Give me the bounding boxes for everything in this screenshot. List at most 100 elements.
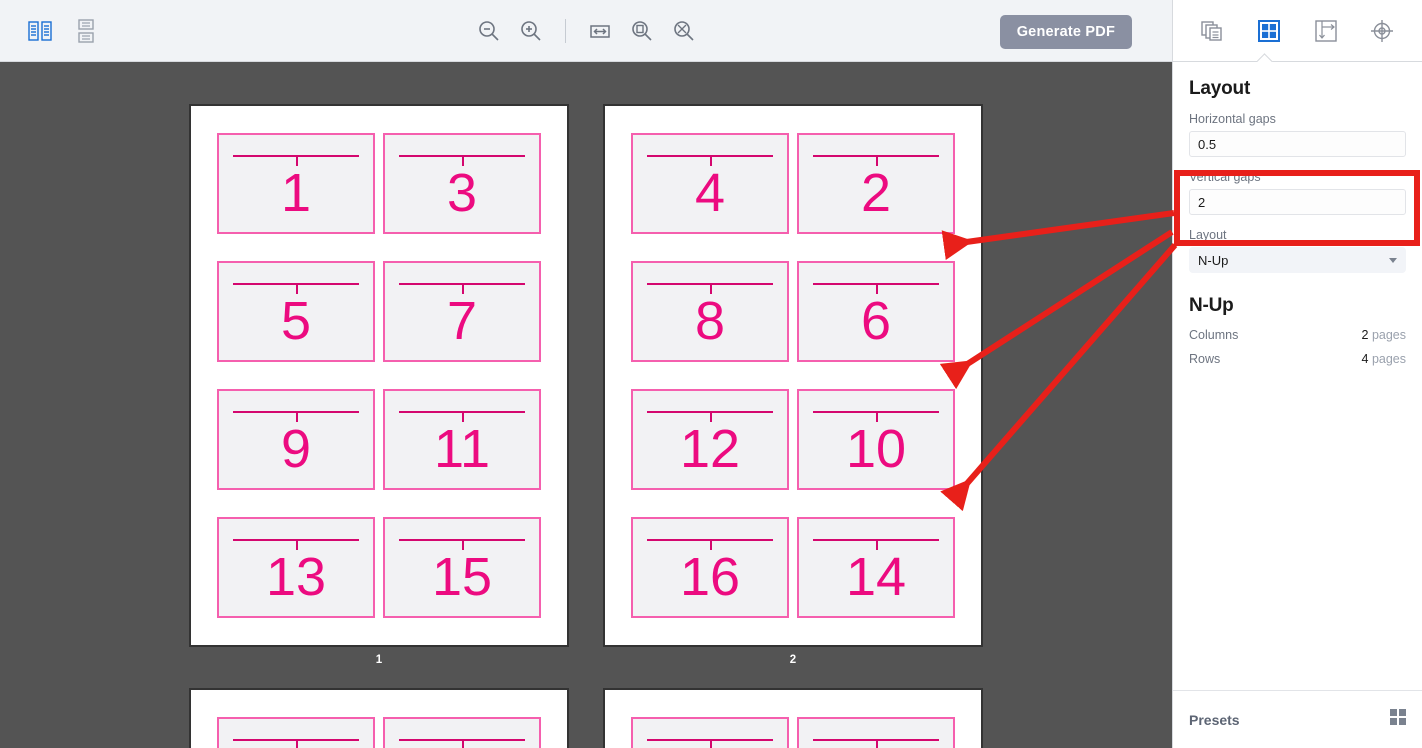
page-cell[interactable]: 13 [217,517,375,618]
sheet-page[interactable]: 4 2 8 6 12 10 16 14 [603,104,983,647]
nup-rows-value-group: 4 pages [1362,352,1407,366]
cell-tick-mark [296,155,298,167]
layout-mode-field: Layout N-Up [1189,228,1406,273]
horizontal-gaps-field: Horizontal gaps [1189,112,1406,157]
cell-tick-mark [296,411,298,423]
app-root: Generate PDF 1 3 5 7 9 11 13 15 1 4 2 8 … [0,0,1422,748]
page-cell[interactable]: 11 [383,389,541,490]
zoom-out-icon[interactable] [473,15,505,47]
tab-layout-icon[interactable] [1251,13,1287,49]
toolbar-divider [564,18,566,43]
cell-tick-mark [462,155,464,167]
nup-rows-unit: pages [1371,352,1406,366]
page-cell[interactable]: 4 [631,133,789,234]
tab-registration-icon[interactable] [1364,13,1400,49]
toolbar-left-group [0,15,102,47]
sheet-item: 20 18 24 22 28 26 32 30 4 [603,688,983,748]
cell-tick-mark [462,411,464,423]
sheet-cells: 20 18 24 22 28 26 32 30 [631,717,955,748]
layout-mode-select[interactable]: N-Up [1189,247,1406,273]
layout-mode-select-wrap: N-Up [1189,247,1406,273]
page-cell[interactable]: 9 [217,389,375,490]
cell-number: 7 [446,290,478,351]
vertical-gaps-field: Vertical gaps [1189,170,1406,215]
nup-section-title: N-Up [1189,295,1234,316]
sheet-item: 4 2 8 6 12 10 16 14 2 [603,104,983,666]
cell-tick-mark [876,539,878,551]
page-cell[interactable]: 18 [797,717,955,748]
nup-rows-label: Rows [1189,352,1221,366]
view-split-vertical-icon[interactable] [70,15,102,47]
cell-number: 10 [845,418,907,479]
tab-marks-icon[interactable] [1308,13,1344,49]
cell-number: 3 [446,162,478,223]
cell-tick-mark [710,283,712,295]
layout-mode-value: N-Up [1198,252,1229,268]
cell-tick-mark [296,539,298,551]
vertical-gaps-label: Vertical gaps [1189,170,1261,184]
page-cell[interactable]: 12 [631,389,789,490]
layout-section-title: Layout [1189,78,1251,99]
page-cell[interactable]: 3 [383,133,541,234]
cell-tick-mark [296,283,298,295]
page-cell[interactable]: 14 [797,517,955,618]
cell-tick-mark [710,539,712,551]
right-panel: Layout Horizontal gaps Vertical gaps Lay… [1172,0,1422,748]
grid-icon[interactable] [1389,708,1407,731]
page-cell[interactable]: 6 [797,261,955,362]
sheet-row-2: 17 19 21 23 25 27 29 31 3 [0,688,1172,748]
sheet-page-label: 2 [789,654,797,666]
page-cell[interactable]: 16 [631,517,789,618]
fit-page-icon[interactable] [626,15,658,47]
tab-pages-icon[interactable] [1195,13,1231,49]
nup-rows-value: 4 [1361,352,1369,366]
cell-tick-mark [296,739,298,748]
generate-pdf-button[interactable]: Generate PDF [999,15,1132,49]
cell-number: 11 [433,418,491,479]
presets-bar[interactable]: Presets [1173,690,1422,748]
page-cell[interactable]: 1 [217,133,375,234]
page-cell[interactable]: 2 [797,133,955,234]
cell-number: 15 [431,546,493,607]
page-cell[interactable]: 7 [383,261,541,362]
sheet-cells: 17 19 21 23 25 27 29 31 [217,717,541,748]
nup-columns-value-group: 2 pages [1362,328,1407,342]
zoom-in-icon[interactable] [515,15,547,47]
cell-tick-mark [876,411,878,423]
nup-rows-row: Rows 4 pages [1189,352,1406,366]
cell-number: 8 [694,290,726,351]
sheet-grid: 1 3 5 7 9 11 13 15 1 4 2 8 6 12 10 16 14… [0,62,1172,748]
cell-number: 9 [280,418,312,479]
sheet-page[interactable]: 20 18 24 22 28 26 32 30 [603,688,983,748]
page-cell[interactable]: 19 [383,717,541,748]
page-cell[interactable]: 5 [217,261,375,362]
toolbar-zoom-group [0,15,1172,47]
page-cell[interactable]: 20 [631,717,789,748]
page-cell[interactable]: 10 [797,389,955,490]
sheet-row-1: 1 3 5 7 9 11 13 15 1 4 2 8 6 12 10 16 14… [0,104,1172,666]
nup-columns-value: 2 [1361,328,1369,342]
nup-columns-unit: pages [1371,328,1406,342]
page-cell[interactable]: 17 [217,717,375,748]
sheet-page[interactable]: 17 19 21 23 25 27 29 31 [189,688,569,748]
page-cell[interactable]: 8 [631,261,789,362]
layout-mode-label: Layout [1189,228,1227,242]
fit-width-icon[interactable] [584,15,616,47]
cell-number: 4 [694,162,726,223]
cell-tick-mark [710,411,712,423]
cell-tick-mark [462,739,464,748]
cell-tick-mark [876,283,878,295]
cell-number: 14 [845,546,907,607]
cell-number: 2 [860,162,892,223]
page-cell[interactable]: 15 [383,517,541,618]
view-split-horizontal-icon[interactable] [24,15,56,47]
sheet-item: 1 3 5 7 9 11 13 15 1 [189,104,569,666]
preview-canvas[interactable]: 1 3 5 7 9 11 13 15 1 4 2 8 6 12 10 16 14… [0,62,1172,748]
chevron-down-icon [1389,258,1397,263]
vertical-gaps-input[interactable] [1189,189,1406,215]
sheet-page[interactable]: 1 3 5 7 9 11 13 15 [189,104,569,647]
presets-label: Presets [1189,711,1240,728]
cell-tick-mark [876,155,878,167]
horizontal-gaps-input[interactable] [1189,131,1406,157]
fit-visible-icon[interactable] [668,15,700,47]
